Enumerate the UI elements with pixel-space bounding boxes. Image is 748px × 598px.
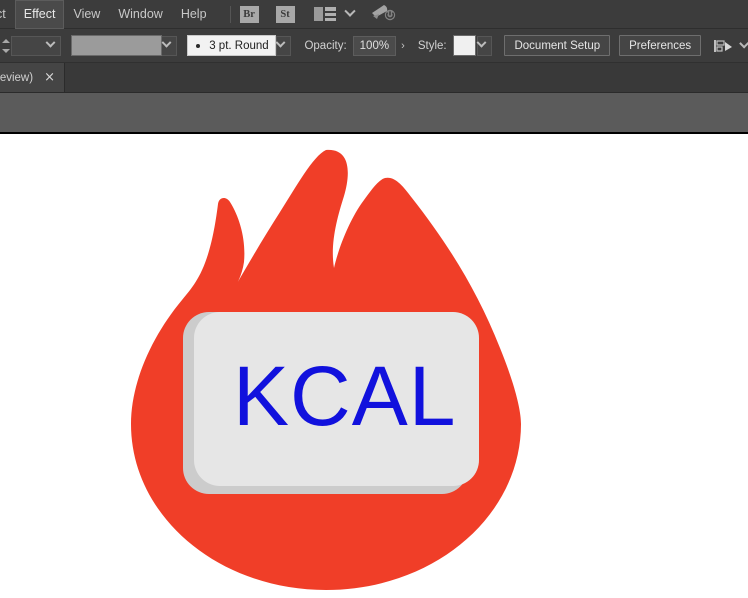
round-cap-icon bbox=[196, 43, 201, 48]
menu-divider bbox=[229, 5, 231, 23]
chevron-down-icon bbox=[161, 37, 172, 48]
menu-item-label: Help bbox=[180, 6, 207, 21]
chevron-down-icon bbox=[45, 37, 56, 48]
chevron-down-icon[interactable] bbox=[739, 37, 748, 48]
opacity-value: 100% bbox=[359, 39, 390, 52]
stepper-arrows-icon[interactable] bbox=[1, 36, 10, 56]
menu-item-view[interactable]: View bbox=[64, 0, 109, 29]
menu-item-window[interactable]: Window bbox=[109, 0, 171, 29]
opacity-label: Opacity: bbox=[304, 39, 347, 52]
fill-color-dropdown[interactable] bbox=[10, 35, 62, 56]
illustrator-window: ct Effect View Window Help Br St bbox=[0, 0, 748, 598]
stroke-profile-dropdown[interactable] bbox=[275, 35, 292, 56]
workspace-layout-icon[interactable] bbox=[313, 7, 336, 21]
stroke-profile-select[interactable]: 3 pt. Round bbox=[187, 35, 276, 56]
preferences-label: Preferences bbox=[629, 39, 692, 52]
document-tab-label: review) bbox=[0, 71, 34, 84]
artboard-canvas[interactable]: KCAL bbox=[0, 134, 748, 598]
menu-item-label: View bbox=[73, 6, 101, 21]
graphic-style-dropdown[interactable] bbox=[476, 35, 493, 56]
chevron-down-icon[interactable] bbox=[343, 5, 356, 17]
style-label: Style: bbox=[417, 39, 447, 52]
menu-item-label: Window bbox=[118, 6, 163, 21]
document-tab-strip: review) × bbox=[0, 63, 748, 93]
opacity-next-button[interactable]: › bbox=[396, 36, 410, 56]
document-tab[interactable]: review) × bbox=[0, 63, 65, 92]
document-setup-label: Document Setup bbox=[514, 39, 601, 52]
stroke-swatch-dropdown[interactable] bbox=[161, 35, 178, 56]
menu-item-effect[interactable]: Effect bbox=[14, 0, 65, 29]
chevron-down-icon bbox=[477, 37, 487, 48]
close-icon[interactable]: × bbox=[44, 71, 55, 84]
kcal-flame-logo[interactable]: KCAL bbox=[0, 134, 748, 598]
document-setup-button[interactable]: Document Setup bbox=[504, 35, 611, 56]
opacity-input[interactable]: 100% bbox=[352, 35, 397, 56]
rocket-power-icon[interactable] bbox=[370, 3, 396, 26]
menu-item-help[interactable]: Help bbox=[172, 0, 216, 29]
menu-item-label: Effect bbox=[23, 6, 56, 21]
canvas-top-band bbox=[0, 93, 748, 132]
menu-item-label: ct bbox=[0, 6, 6, 21]
align-objects-icon[interactable] bbox=[713, 38, 733, 54]
menu-bar: ct Effect View Window Help Br St bbox=[0, 0, 748, 29]
kcal-text: KCAL bbox=[233, 349, 456, 443]
stock-icon[interactable]: St bbox=[275, 5, 295, 23]
control-bar: 3 pt. Round Opacity: 100% › Style: Docum… bbox=[0, 29, 748, 63]
menu-item-ct[interactable]: ct bbox=[0, 0, 15, 29]
bridge-icon[interactable]: Br bbox=[239, 5, 259, 23]
graphic-style-swatch[interactable] bbox=[452, 35, 476, 56]
preferences-button[interactable]: Preferences bbox=[619, 35, 702, 56]
chevron-down-icon bbox=[276, 37, 286, 48]
stroke-profile-label: 3 pt. Round bbox=[209, 39, 269, 52]
stroke-weight-swatch[interactable] bbox=[71, 35, 162, 56]
